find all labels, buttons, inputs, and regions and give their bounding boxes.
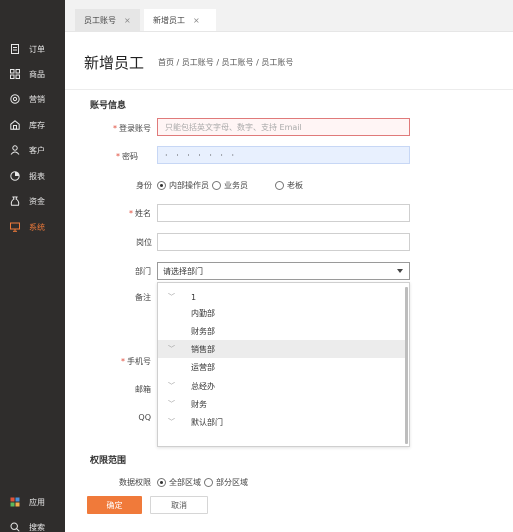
tab-employee-accounts[interactable]: 员工账号 ×: [75, 9, 140, 31]
sidebar-item-label: 商品: [29, 69, 45, 79]
radio-icon: [275, 181, 284, 190]
email-label: 邮箱: [135, 385, 151, 394]
chevron-down-icon: ﹀: [168, 345, 175, 353]
funds-icon: [10, 196, 20, 206]
department-select-value: 请选择部门: [163, 266, 203, 276]
close-icon[interactable]: ×: [124, 16, 131, 25]
remark-label: 备注: [135, 293, 151, 302]
customer-icon: [10, 145, 20, 155]
department-select[interactable]: 请选择部门: [157, 262, 410, 280]
login-account-label: * 登录账号: [113, 124, 151, 133]
sidebar: 订单 商品 营销 库存 客户 报表 资金 系统 应用 搜索: [0, 0, 65, 532]
confirm-button[interactable]: 确定: [87, 496, 142, 514]
position-input[interactable]: [157, 233, 410, 251]
dropdown-option[interactable]: ﹀ 总经办: [158, 377, 407, 395]
tab-bar: 员工账号 × 新增员工 ×: [65, 0, 513, 32]
sidebar-item-marketing[interactable]: 营销: [10, 91, 45, 107]
sidebar-item-products[interactable]: 商品: [10, 66, 45, 82]
data-permission-option-all[interactable]: 全部区域: [157, 477, 201, 488]
report-icon: [10, 171, 20, 181]
breadcrumb[interactable]: 首页 / 员工账号 / 员工账号 / 员工账号: [158, 57, 293, 68]
section-title-scope: 权限范围: [90, 456, 127, 466]
page-title: 新增员工: [84, 54, 145, 72]
radio-selected-icon: [157, 181, 166, 190]
section-title-account: 账号信息: [90, 101, 127, 111]
order-icon: [11, 44, 19, 54]
identity-option-boss[interactable]: 老板: [275, 180, 303, 191]
sidebar-item-search[interactable]: 搜索: [10, 519, 45, 532]
radio-selected-icon: [157, 478, 166, 487]
sidebar-item-reports[interactable]: 报表: [10, 168, 45, 184]
identity-radio-group: 内部操作员 业务员 老板: [157, 180, 306, 191]
chevron-down-icon: ﹀: [168, 382, 175, 390]
sidebar-item-label: 报表: [29, 171, 45, 181]
chevron-down-icon: [397, 269, 403, 273]
radio-icon: [204, 478, 213, 487]
cancel-button[interactable]: 取消: [150, 496, 208, 514]
close-icon[interactable]: ×: [193, 16, 200, 25]
dropdown-option[interactable]: 运营部: [158, 358, 407, 376]
sidebar-item-apps[interactable]: 应用: [10, 494, 45, 510]
sidebar-item-label: 订单: [29, 44, 45, 54]
sidebar-item-label: 应用: [29, 497, 45, 507]
radio-icon: [212, 181, 221, 190]
position-label: 岗位: [136, 238, 152, 247]
tab-new-employee[interactable]: 新增员工 ×: [144, 9, 216, 31]
name-label: * 姓名: [129, 209, 151, 218]
data-permission-label: 数据权限: [119, 478, 151, 487]
chevron-down-icon: ﹀: [168, 418, 175, 426]
department-label: 部门: [135, 267, 151, 276]
chevron-down-icon: ﹀: [168, 400, 175, 408]
password-label: * 密码: [116, 152, 138, 161]
data-permission-radio-group: 全部区域 部分区域: [157, 477, 251, 488]
sidebar-item-label: 搜索: [29, 522, 45, 532]
data-permission-option-partial[interactable]: 部分区域: [204, 477, 248, 488]
dropdown-option[interactable]: 内勤部: [158, 304, 407, 322]
sidebar-item-funds[interactable]: 资金: [10, 193, 45, 209]
identity-option-sales[interactable]: 业务员: [212, 180, 248, 191]
dropdown-option[interactable]: ﹀ 财务: [158, 395, 407, 413]
phone-label: * 手机号: [121, 357, 151, 366]
sidebar-item-customers[interactable]: 客户: [10, 142, 45, 158]
inventory-icon: [10, 120, 20, 130]
dropdown-scrollbar[interactable]: [405, 287, 408, 444]
dropdown-option-highlighted[interactable]: ﹀ 销售部: [158, 340, 407, 358]
password-input[interactable]: · · · · · · ·: [157, 146, 410, 164]
name-input[interactable]: [157, 204, 410, 222]
sidebar-item-label: 客户: [29, 145, 45, 155]
apps-icon: [10, 497, 20, 507]
sidebar-item-label: 库存: [29, 120, 45, 130]
department-dropdown: ﹀ 1 内勤部 财务部 ﹀ 销售部 运营部 ﹀ 总经办 ﹀ 财务 ﹀ 默认部门: [157, 282, 410, 447]
tab-label: 新增员工: [153, 15, 185, 25]
search-icon: [10, 522, 20, 532]
identity-label: 身份: [136, 181, 152, 190]
chevron-down-icon: ﹀: [168, 293, 175, 301]
product-icon: [10, 69, 20, 79]
dropdown-option[interactable]: 财务部: [158, 322, 407, 340]
sidebar-item-inventory[interactable]: 库存: [10, 117, 45, 133]
identity-option-internal[interactable]: 内部操作员: [157, 180, 209, 191]
page-header: 新增员工 首页 / 员工账号 / 员工账号 / 员工账号: [65, 32, 513, 90]
system-icon: [10, 222, 20, 232]
sidebar-item-label: 营销: [29, 94, 45, 104]
dropdown-option[interactable]: ﹀ 默认部门: [158, 413, 407, 431]
tab-label: 员工账号: [84, 15, 116, 25]
marketing-icon: [10, 94, 20, 104]
qq-label: QQ: [138, 413, 151, 422]
sidebar-item-label: 资金: [29, 196, 45, 206]
login-account-input[interactable]: [157, 118, 410, 136]
sidebar-item-orders[interactable]: 订单: [10, 41, 45, 57]
sidebar-item-label: 系统: [29, 222, 45, 232]
sidebar-item-system[interactable]: 系统: [10, 219, 45, 235]
